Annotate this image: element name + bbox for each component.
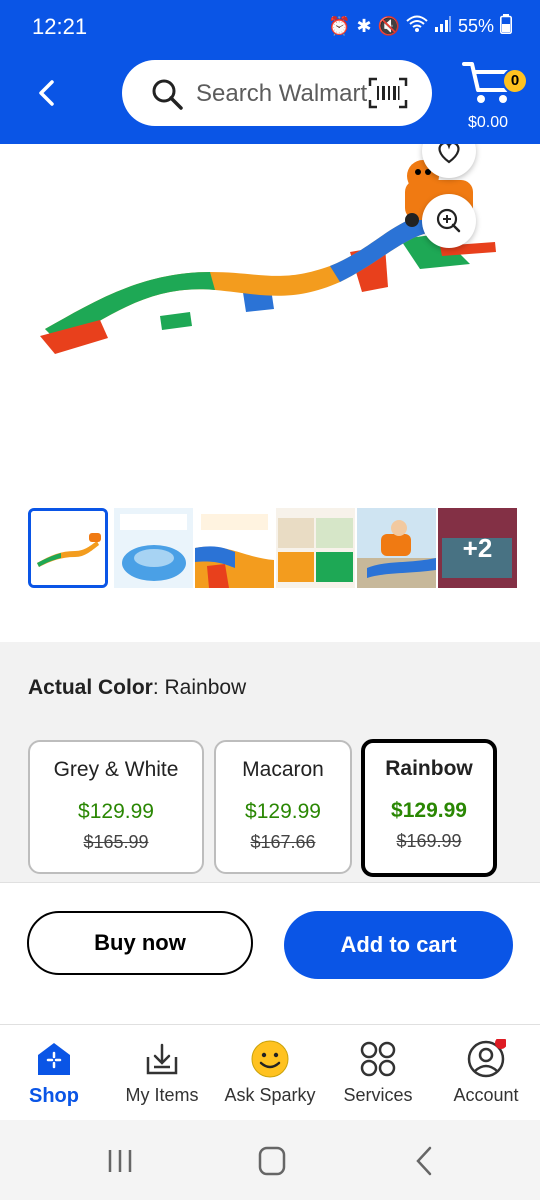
search-input[interactable] [194,75,373,113]
barcode-scan-icon[interactable] [368,77,408,114]
system-nav-bar [0,1120,540,1200]
cart-amount: $0.00 [468,114,509,131]
status-time: 12:21 [32,14,88,39]
thumbnail-4[interactable] [276,508,355,588]
shop-icon [38,1043,70,1075]
alarm-icon: ⏰ [328,16,351,36]
option-rainbow[interactable]: Rainbow $129.99 $169.99 [361,739,497,877]
search-icon [150,77,184,116]
battery-icon [500,14,512,39]
status-bar: 12:21 ⏰ ✱ 🔇 55% [0,0,540,52]
status-icons: ⏰ ✱ 🔇 55% [328,14,512,39]
buy-now-button[interactable]: Buy now [27,911,253,975]
thumbnail-1[interactable] [28,508,108,588]
nav-item-shop[interactable]: Shop [0,1025,108,1121]
mute-icon: 🔇 [377,16,400,36]
search-bar[interactable] [122,60,432,126]
cart-button[interactable]: 0 $0.00 [462,60,532,138]
nav-label: Ask Sparky [224,1085,316,1105]
more-images-label: +2 [438,508,517,588]
chevron-left-icon [39,80,54,106]
nav-item-my-items[interactable]: My Items [108,1025,216,1121]
thumbnail-2[interactable] [114,508,193,588]
actual-color-value: : Rainbow [152,676,247,699]
actual-color: Actual Color: Rainbow [28,676,246,700]
nav-item-services[interactable]: Services [324,1025,432,1121]
signal-icon [434,15,452,38]
option-name: Grey & White [53,758,179,781]
add-to-cart-button[interactable]: Add to cart [284,911,513,979]
account-icon [467,1039,506,1078]
product-image[interactable] [0,144,540,500]
services-grid-icon [360,1041,396,1077]
my-items-icon [146,1043,178,1075]
option-price: $129.99 [245,800,321,823]
zoom-button[interactable] [422,194,476,248]
color-options: Actual Color: Rainbow Grey & White $129.… [0,642,540,882]
option-price: $129.99 [78,800,154,823]
option-grey-white[interactable]: Grey & White $129.99 $165.99 [28,740,204,874]
option-name: Macaron [242,758,324,781]
bluetooth-icon: ✱ [356,16,372,36]
nav-label: Services [343,1085,413,1105]
option-was-price: $165.99 [83,832,149,852]
nav-label: My Items [125,1085,199,1105]
sparky-smiley-icon [251,1040,289,1078]
nav-label: Shop [29,1085,79,1107]
nav-item-account[interactable]: Account [432,1025,540,1121]
cart-count-badge: 0 [502,68,528,94]
thumbnail-6[interactable]: +2 [438,508,517,588]
home-button[interactable] [252,1144,292,1178]
zoom-in-icon [436,208,461,233]
thumbnail-5[interactable] [357,508,436,588]
nav-label: Account [453,1085,519,1105]
app-header: 12:21 ⏰ ✱ 🔇 55% 0 [0,0,540,144]
system-back-button[interactable] [404,1144,444,1178]
bottom-nav: Shop My Items Ask Sparky Services Accoun… [0,1024,540,1121]
system-back-icon [416,1146,432,1176]
option-macaron[interactable]: Macaron $129.99 $167.66 [214,740,352,874]
nav-item-ask-sparky[interactable]: Ask Sparky [216,1025,324,1121]
home-icon [258,1146,286,1176]
purchase-bar: Buy now Add to cart [0,882,540,1025]
heart-icon [438,144,460,164]
back-button[interactable] [30,76,64,110]
option-price: $129.99 [391,799,467,822]
favorite-button[interactable] [422,144,476,178]
thumbnail-3[interactable] [195,508,274,588]
option-was-price: $167.66 [250,832,316,852]
option-was-price: $169.99 [396,831,462,851]
wifi-icon [406,15,428,38]
actual-color-label: Actual Color [28,676,153,699]
recent-apps-button[interactable] [100,1144,140,1178]
option-name: Rainbow [385,757,473,780]
recent-apps-icon [108,1150,132,1172]
battery-text: 55% [457,16,494,36]
thumbnail-strip: +2 [28,508,517,590]
